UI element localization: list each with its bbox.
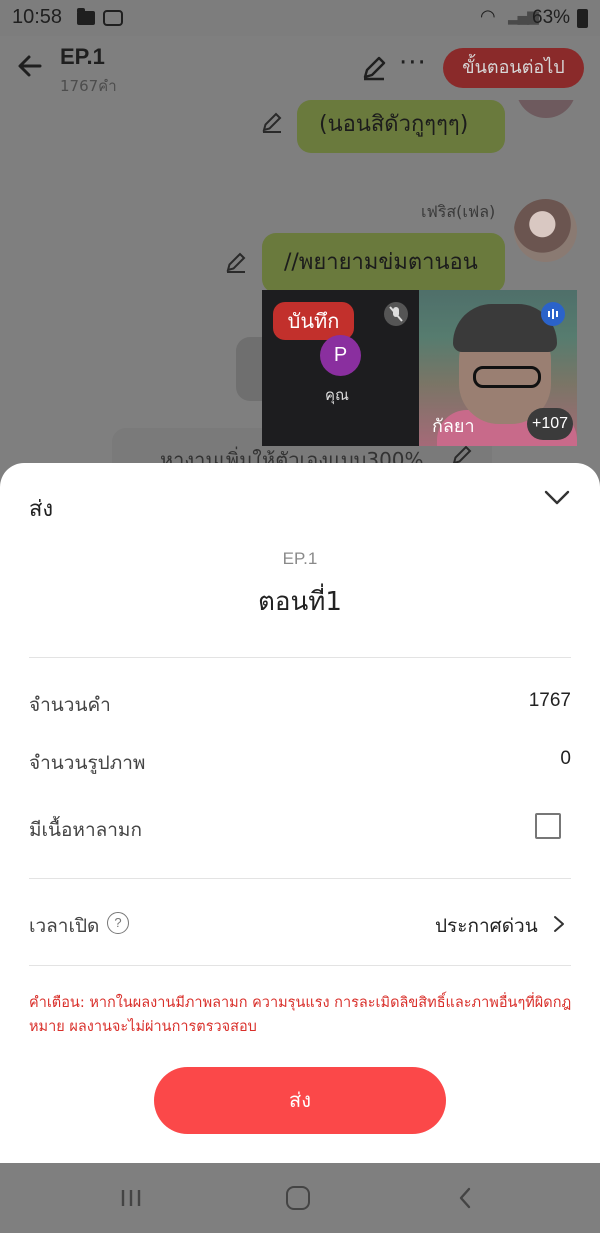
message-bubble[interactable]: (นอนสิดัวกูๆๆๆ) bbox=[297, 100, 505, 153]
episode-name: ตอนที่1 bbox=[258, 587, 342, 617]
mic-muted-icon bbox=[384, 302, 408, 326]
participants-count-badge[interactable]: +107 bbox=[527, 408, 573, 440]
caller-video-glasses bbox=[473, 366, 541, 388]
speaking-indicator-icon bbox=[541, 302, 565, 326]
avatar[interactable] bbox=[514, 199, 577, 262]
episode-title: EP.1 bbox=[60, 44, 105, 69]
edit-message-icon[interactable] bbox=[224, 250, 248, 274]
wifi-icon: ◠ bbox=[480, 6, 496, 27]
battery-percent: 63% bbox=[532, 7, 571, 28]
edit-message-icon[interactable] bbox=[260, 110, 284, 134]
publish-time-value[interactable]: ประกาศด่วน bbox=[435, 911, 538, 941]
word-count-value: 1767 bbox=[528, 690, 571, 711]
avatar bbox=[516, 100, 576, 118]
divider bbox=[29, 657, 571, 658]
back-arrow-icon[interactable] bbox=[14, 50, 46, 82]
self-avatar: P bbox=[320, 335, 361, 376]
system-nav-bar bbox=[0, 1163, 600, 1233]
app-header: EP.1 1767คำ ··· ขั้นตอนต่อไป bbox=[0, 36, 600, 100]
status-bar: 10:58 ◠ ▂▄▆ 63% bbox=[0, 0, 600, 36]
warning-text: คำเตือน: หากในผลงานมีภาพลามก ความรุนแรง … bbox=[29, 995, 572, 1035]
edit-message-icon[interactable] bbox=[450, 443, 474, 463]
send-sheet: ส่ง EP.1 ตอนที่1 จำนวนคำ 1767 จำนวนรูปภา… bbox=[0, 463, 600, 1163]
folder-icon bbox=[77, 8, 95, 25]
mature-content-checkbox[interactable] bbox=[535, 813, 561, 839]
message-text: หางานเพิ่มให้ตัวเองแบบ300% bbox=[160, 448, 424, 463]
message-bubble[interactable]: //พยายามข่มตานอน bbox=[262, 233, 505, 293]
home-icon[interactable] bbox=[286, 1186, 310, 1210]
episode-label: EP.1 bbox=[282, 549, 318, 568]
more-options-icon[interactable]: ··· bbox=[399, 48, 427, 78]
next-step-button[interactable]: ขั้นตอนต่อไป bbox=[443, 48, 584, 88]
self-label: คุณ bbox=[325, 386, 349, 404]
image-count-label: จำนวนรูปภาพ bbox=[29, 752, 146, 774]
recent-apps-icon[interactable] bbox=[119, 1188, 143, 1208]
video-camera-icon bbox=[103, 10, 123, 26]
publish-time-label: เวลาเปิด bbox=[29, 915, 100, 937]
divider bbox=[29, 965, 571, 966]
word-count-label: จำนวนคำ bbox=[29, 694, 111, 716]
edit-pencil-icon[interactable] bbox=[360, 54, 388, 82]
nav-back-icon[interactable] bbox=[458, 1186, 472, 1210]
chevron-right-icon[interactable] bbox=[552, 914, 566, 934]
send-button[interactable]: ส่ง bbox=[154, 1067, 446, 1134]
help-icon[interactable]: ? bbox=[107, 912, 129, 934]
sheet-title: ส่ง bbox=[29, 497, 54, 522]
image-count-value: 0 bbox=[560, 748, 571, 769]
message-sender: เฟริส(เฟล) bbox=[421, 202, 496, 221]
chevron-down-icon[interactable] bbox=[542, 485, 572, 511]
battery-icon bbox=[577, 9, 588, 28]
episode-word-count: 1767คำ bbox=[60, 77, 117, 95]
caller-name: กัลยา bbox=[432, 416, 475, 437]
mature-content-label: มีเนื้อหาลามก bbox=[29, 819, 142, 841]
divider bbox=[29, 878, 571, 879]
status-time: 10:58 bbox=[12, 6, 63, 28]
